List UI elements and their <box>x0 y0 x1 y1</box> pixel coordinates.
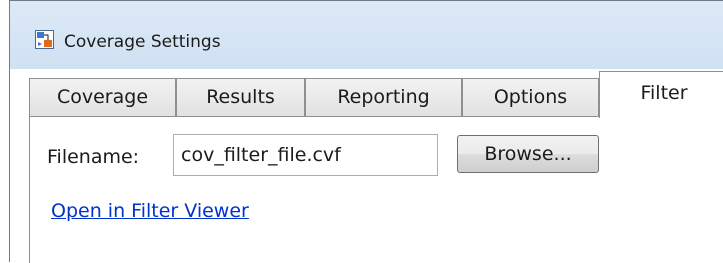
browse-button[interactable]: Browse... <box>457 135 599 173</box>
coverage-settings-window: Coverage Settings Coverage Results Repor… <box>9 0 723 263</box>
tab-results[interactable]: Results <box>176 78 305 117</box>
filename-label: Filename: <box>47 146 140 168</box>
tab-filter[interactable]: Filter <box>599 71 723 118</box>
simulink-model-icon <box>35 30 54 49</box>
filter-tab-panel: Filename: Browse... Open in Filter Viewe… <box>29 116 723 263</box>
open-in-filter-viewer-link[interactable]: Open in Filter Viewer <box>51 200 249 222</box>
title-bar: Coverage Settings <box>10 1 723 69</box>
window-title: Coverage Settings <box>64 32 221 52</box>
tab-reporting[interactable]: Reporting <box>305 78 462 117</box>
filename-input[interactable] <box>173 134 438 176</box>
tab-options[interactable]: Options <box>462 78 599 117</box>
tab-coverage[interactable]: Coverage <box>29 78 176 117</box>
